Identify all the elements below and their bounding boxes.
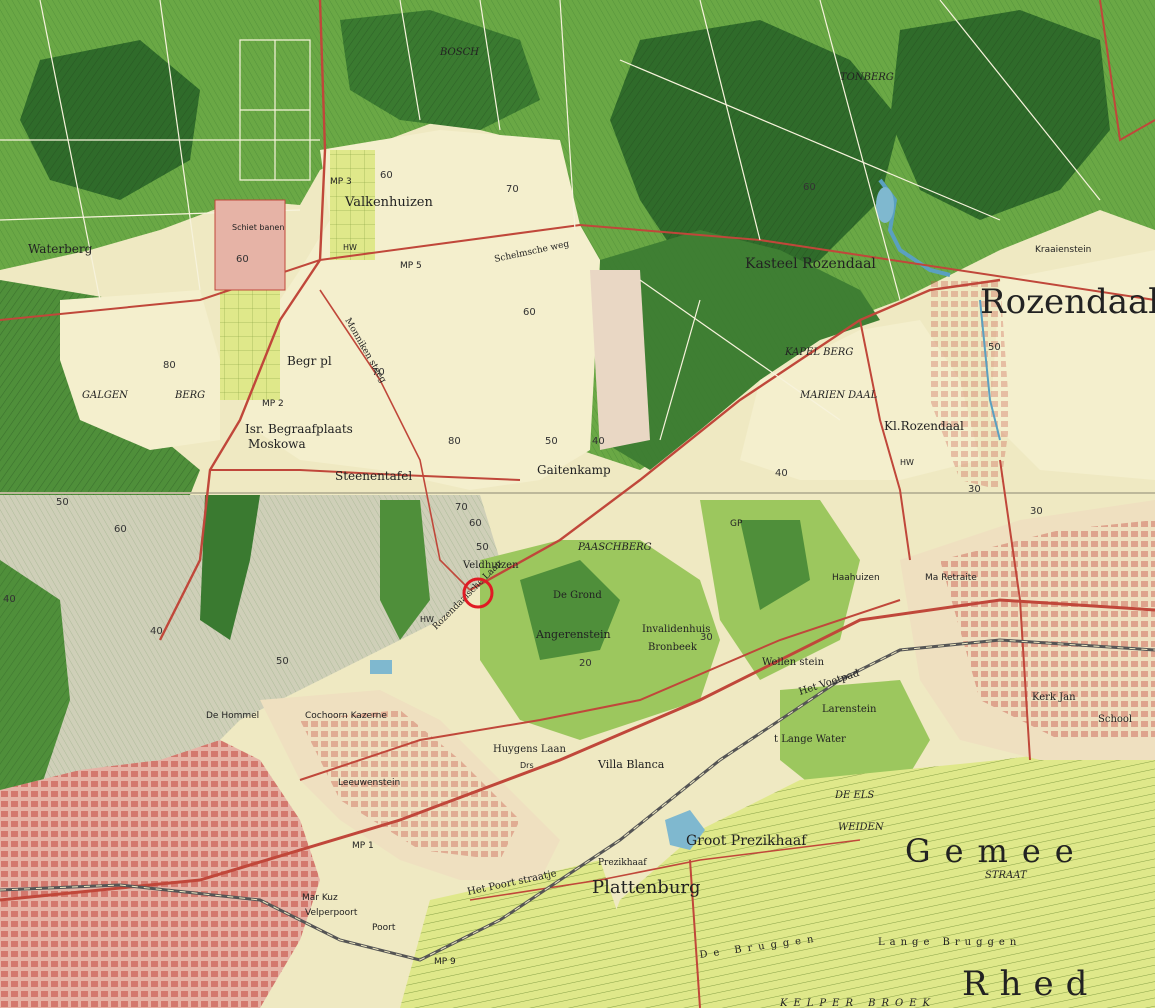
label-de-hommel: De Hommel — [206, 711, 259, 721]
label-schietbanen: Schiet banen — [232, 223, 284, 232]
label-school: School — [1098, 714, 1132, 725]
contour-label: 60 — [380, 170, 393, 181]
label-marien-daal: MARIEN DAAL — [799, 390, 878, 401]
contour-label: 40 — [592, 436, 605, 447]
label-huygens-laan: Huygens Laan — [493, 744, 566, 755]
label-tonberg: TONBERG — [840, 72, 894, 83]
contour-label: 80 — [448, 436, 461, 447]
label-bosch: BOSCH — [439, 47, 479, 58]
label-de-grond: De Grond — [553, 590, 602, 601]
label-cochoorn-kazerne: Cochoorn Kazerne — [305, 711, 387, 721]
label-kerk-jan: Kerk Jan — [1032, 692, 1076, 703]
contour-label: 60 — [803, 182, 816, 193]
label-de-els: DE ELS — [834, 790, 874, 801]
contour-label: 40 — [3, 594, 16, 605]
label-haahuizen: Haahuizen — [832, 573, 880, 583]
label-kraaienstein: Kraaienstein — [1035, 245, 1091, 255]
contour-label: 40 — [775, 468, 788, 479]
contour-label: 70 — [372, 367, 385, 378]
label-plattenburg: Plattenburg — [592, 877, 701, 898]
label-steenentafel: Steenentafel — [335, 469, 412, 483]
label-larenstein: Larenstein — [822, 704, 877, 715]
schietbanen-area — [214, 199, 286, 291]
label-gp: GP — [730, 519, 743, 529]
label-leeuwenstein: Leeuwenstein — [338, 778, 400, 788]
label-groot-prezikhaaf: Groot Prezikhaaf — [686, 833, 808, 849]
label-rhed: Rhed — [962, 964, 1099, 1004]
contour-label: 50 — [56, 497, 69, 508]
contour-label: 50 — [476, 542, 489, 553]
label-waterberg: Waterberg — [28, 242, 93, 256]
label-paaschberg: PAASCHBERG — [577, 542, 652, 553]
label-rozendaal: Rozendaal — [980, 282, 1155, 322]
label-valkenhuizen: Valkenhuizen — [344, 195, 433, 210]
label-dr: Drs — [520, 761, 534, 770]
label-gemeente: Gemee — [905, 832, 1088, 870]
contour-label: 50 — [988, 342, 1001, 353]
label-mp5: MP 5 — [400, 261, 422, 271]
label-weiden: WEIDEN — [838, 822, 885, 833]
label-ma-retraite: Ma Retraite — [925, 573, 977, 583]
label-lange-bruggen: Lange Bruggen — [878, 937, 1021, 948]
contour-label: 60 — [523, 307, 536, 318]
label-prezikhaaf: Prezikhaaf — [598, 858, 647, 868]
label-hw-3: HW — [420, 615, 434, 624]
label-kasteel-rozendaal: Kasteel Rozendaal — [745, 256, 876, 272]
contour-label: 60 — [114, 524, 127, 535]
label-berg: BERG — [174, 390, 205, 401]
contour-label: 60 — [469, 518, 482, 529]
label-wellenstein: Wellen stein — [762, 657, 825, 668]
label-galgenberg: GALGEN — [82, 390, 129, 401]
contour-label: 70 — [506, 184, 519, 195]
label-mp9: MP 9 — [434, 957, 456, 967]
label-mar-kuz: Mar Kuz — [302, 893, 338, 903]
contour-label: 60 — [236, 254, 249, 265]
contour-label: 70 — [455, 502, 468, 513]
contour-label: 30 — [968, 484, 981, 495]
label-mp2: MP 2 — [262, 399, 284, 409]
label-lange-water: t Lange Water — [774, 734, 846, 745]
contour-label: 20 — [579, 658, 592, 669]
topographic-map[interactable]: Valkenhuizen Waterberg Schiet banen GALG… — [0, 0, 1155, 1008]
label-kl-rozendaal: Kl.Rozendaal — [884, 419, 964, 433]
label-bronbeek: Bronbeek — [648, 642, 698, 653]
label-gaitenkamp: Gaitenkamp — [537, 463, 611, 477]
label-kapel-berg: KAPEL BERG — [784, 347, 853, 358]
label-hw-2: HW — [900, 458, 914, 467]
contour-label: 30 — [1030, 506, 1043, 517]
label-mp3: MP 3 — [330, 177, 352, 187]
label-kelper-broek: KELPER BROEK — [779, 998, 936, 1008]
label-moskowa: Moskowa — [248, 437, 306, 451]
label-begrpl: Begr pl — [287, 354, 332, 368]
label-hw-1: HW — [343, 243, 357, 252]
label-angerenstein: Angerenstein — [535, 628, 611, 641]
label-poort: Poort — [372, 923, 396, 933]
label-villa-blanca: Villa Blanca — [597, 758, 665, 771]
contour-label: 40 — [150, 626, 163, 637]
label-straat: STRAAT — [985, 870, 1028, 881]
label-mp1: MP 1 — [352, 841, 374, 851]
contour-label: 80 — [163, 360, 176, 371]
contour-label: 50 — [276, 656, 289, 667]
label-velperpoort: Velperpoort — [305, 908, 358, 918]
label-isr-begraafplaats: Isr. Begraafplaats — [245, 422, 353, 436]
contour-label: 50 — [545, 436, 558, 447]
contour-label: 30 — [700, 632, 713, 643]
